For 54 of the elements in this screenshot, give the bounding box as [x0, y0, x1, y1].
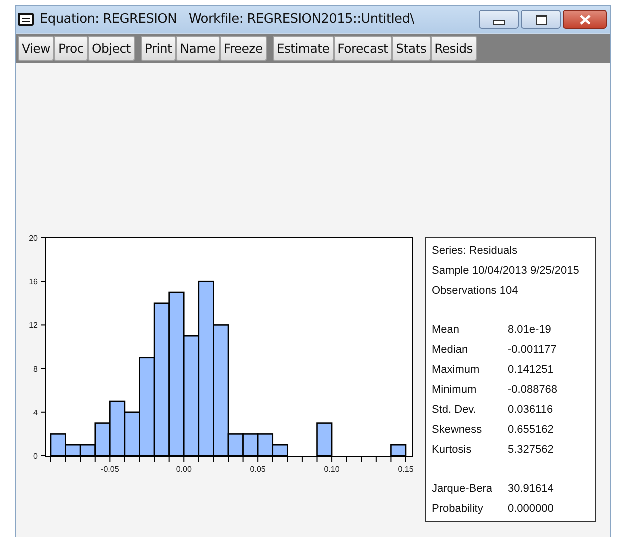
close-button[interactable] [563, 10, 607, 29]
stat-label: Probability [432, 502, 484, 517]
axis-label: 0.15 [398, 465, 414, 473]
axis-label: 12 [29, 321, 38, 330]
histogram-bar [316, 422, 333, 457]
stat-label: Mean [432, 323, 461, 338]
minimize-button[interactable] [479, 10, 519, 29]
minimize-icon [493, 20, 505, 25]
toolbar-button[interactable]: Estimate [272, 36, 334, 61]
stat-value: -0.001177 [508, 343, 557, 358]
toolbar-button[interactable]: Freeze [220, 36, 267, 61]
maximize-icon [536, 14, 546, 24]
workfile-title: Workfile: REGRESION2015::Untitled\ [189, 12, 414, 27]
stat-label: Median [432, 343, 470, 358]
close-icon [578, 14, 592, 24]
histogram-bar [242, 434, 259, 457]
toolbar-button[interactable]: Forecast [334, 36, 392, 61]
stat-value: 30.91614 [508, 482, 554, 497]
stat-label: Kurtosis [432, 443, 473, 458]
toolbar-button[interactable]: Object [88, 36, 135, 61]
axis-label: 0 [34, 452, 38, 461]
toolbar-button[interactable]: Resids [430, 36, 478, 61]
stats-heading: Sample 10/04/2013 9/25/2015 [432, 264, 580, 279]
stats-heading: Series: Residuals [432, 244, 519, 259]
axis-label: 0.05 [250, 465, 266, 473]
stat-label: Std. Dev. [432, 403, 478, 418]
stat-label: Skewness [432, 423, 484, 438]
stat-value: 0.036116 [508, 403, 554, 418]
axis-label: -0.05 [101, 465, 120, 473]
stat-label: Jarque-Bera [432, 482, 494, 497]
stats-heading: Observations 104 [432, 284, 520, 299]
axis-label: 16 [29, 278, 38, 287]
stat-value: 5.327562 [508, 443, 554, 458]
toolbar-button[interactable]: Print [140, 36, 176, 61]
stat-label: Maximum [432, 363, 481, 378]
stat-value: 0.655162 [508, 423, 554, 438]
stat-value: 0.000000 [508, 502, 554, 517]
toolbar-button[interactable]: Name [176, 36, 220, 61]
stat-value: 8.01e-19 [508, 323, 552, 338]
toolbar-button[interactable]: View [18, 36, 54, 61]
axis-label: 8 [34, 364, 38, 374]
axis-label: 4 [34, 408, 38, 418]
histogram-bar [390, 444, 407, 457]
toolbar-button[interactable]: Stats [392, 36, 431, 61]
maximize-button[interactable] [521, 10, 561, 29]
toolbar-button[interactable]: Proc [54, 36, 88, 61]
axis-label: 0.00 [176, 465, 192, 473]
stat-value: -0.088768 [508, 383, 558, 398]
stat-value: 0.141251 [508, 363, 554, 378]
axis-label: 20 [29, 234, 38, 243]
window-title: Equation: REGRESION [40, 12, 177, 27]
axis-label: 0.10 [324, 465, 340, 473]
stat-label: Minimum [432, 383, 478, 398]
window-menu-icon[interactable] [18, 13, 34, 26]
